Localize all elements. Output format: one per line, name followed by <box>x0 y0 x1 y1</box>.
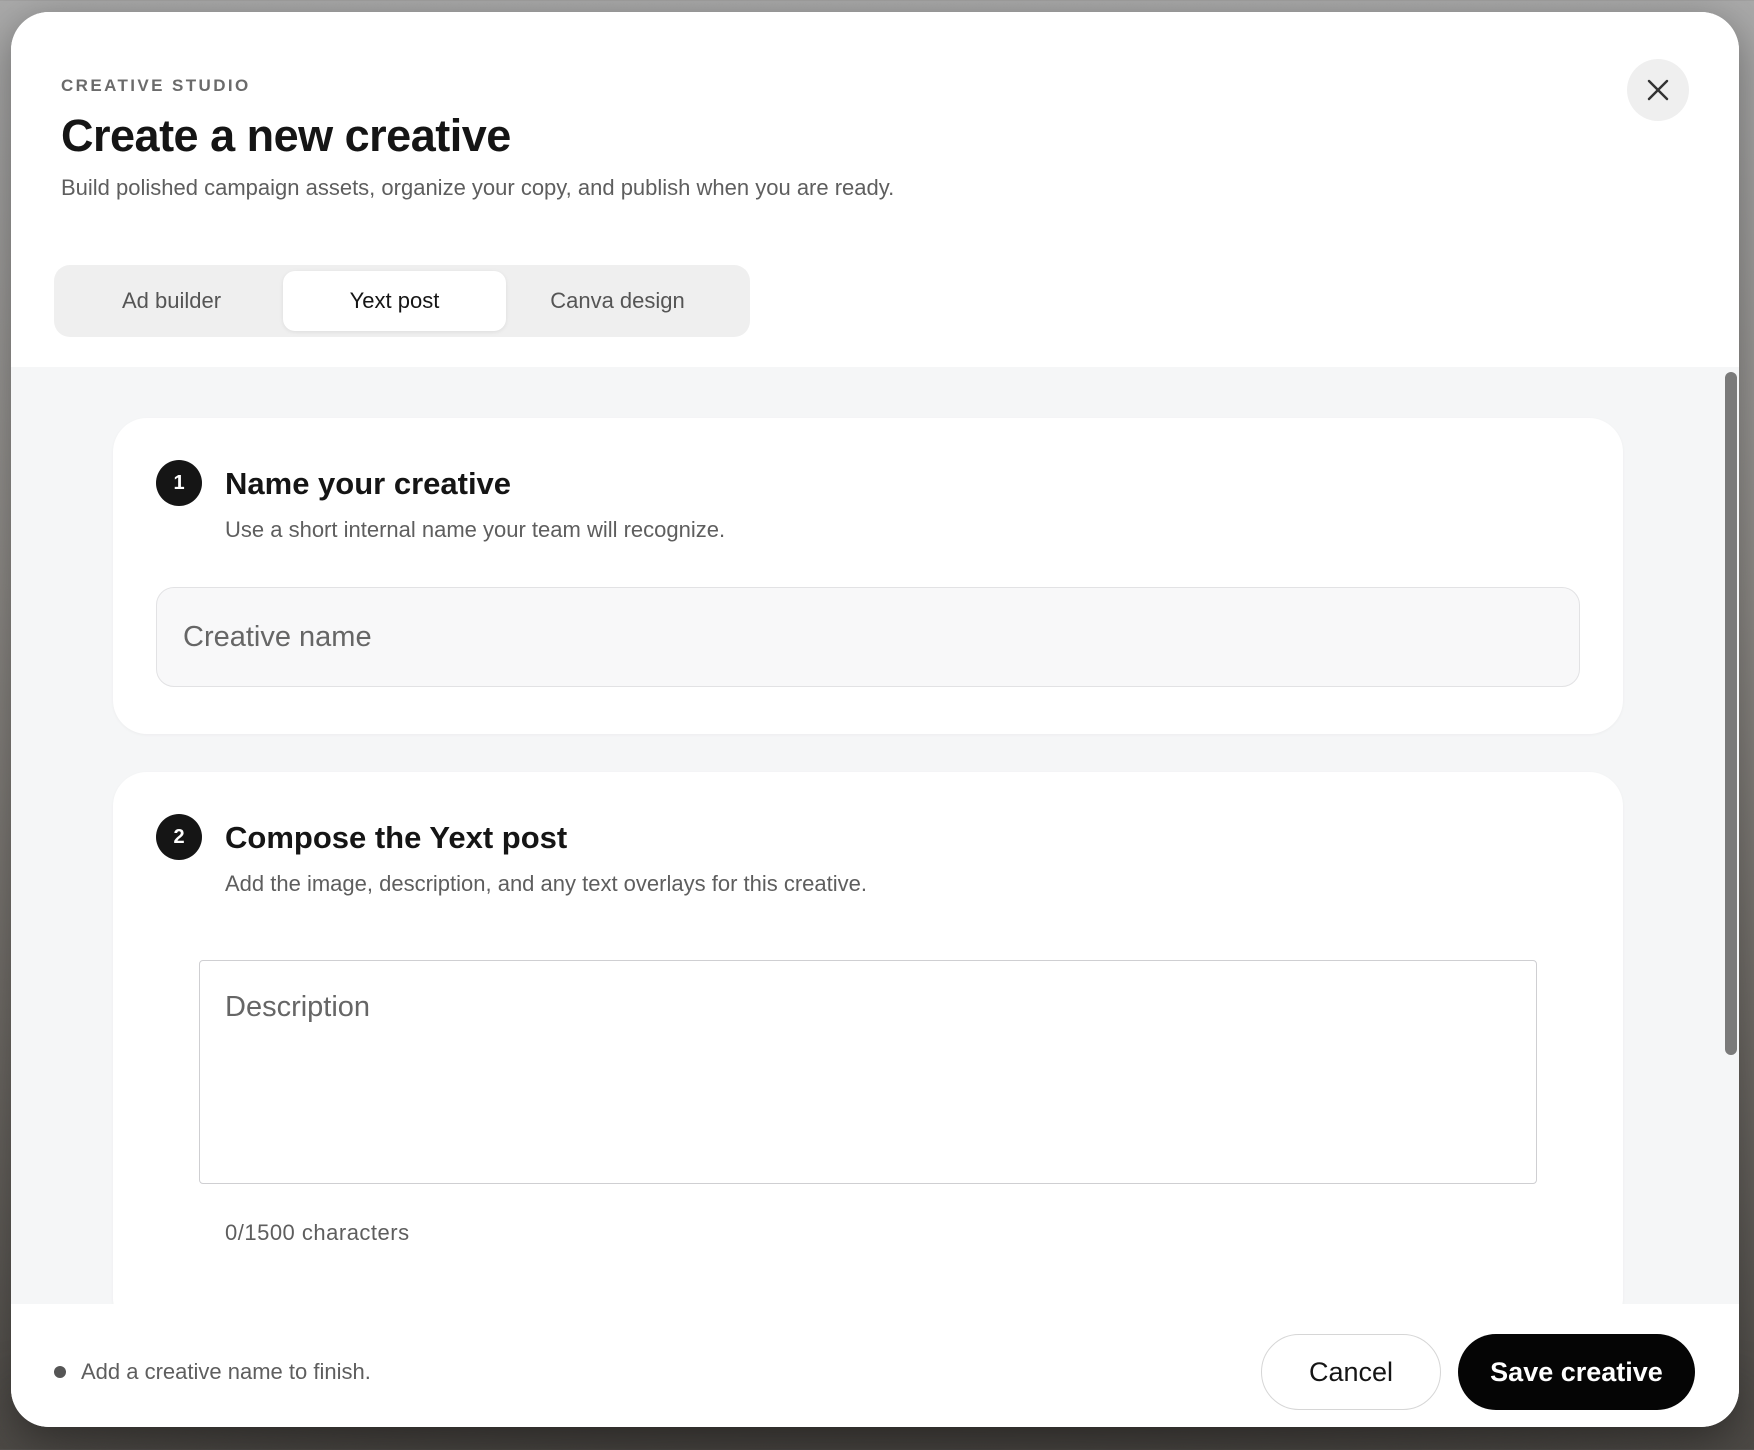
save-creative-button[interactable]: Save creative <box>1458 1334 1695 1410</box>
page-subtitle: Build polished campaign assets, organize… <box>61 175 895 200</box>
status-message: Add a creative name to finish. <box>81 1359 371 1384</box>
step-number-badge: 2 <box>156 814 202 860</box>
scrollbar-thumb[interactable] <box>1725 372 1737 1055</box>
close-button[interactable] <box>1627 59 1689 121</box>
form-scroll-area[interactable]: 1 Name your creative Use a short interna… <box>11 367 1739 1304</box>
modal-header: CREATIVE STUDIO Create a new creative Bu… <box>11 12 1739 367</box>
status-dot-icon <box>54 1366 66 1378</box>
step-description: Add the image, description, and any text… <box>225 871 867 896</box>
description-textarea[interactable] <box>199 960 1537 1184</box>
step-description: Use a short internal name your team will… <box>225 517 726 542</box>
cancel-button[interactable]: Cancel <box>1261 1334 1441 1410</box>
creative-type-tabs: Ad builder Yext post Canva design <box>54 265 750 337</box>
step-title: Compose the Yext post <box>225 820 568 855</box>
character-counter: 0/1500 characters <box>225 1220 410 1245</box>
step-number-badge: 1 <box>156 460 202 506</box>
eyebrow-label: CREATIVE STUDIO <box>61 76 251 95</box>
step-name-card: 1 Name your creative Use a short interna… <box>113 418 1623 734</box>
step-compose-card: 2 Compose the Yext post Add the image, d… <box>113 772 1623 1304</box>
create-creative-modal: CREATIVE STUDIO Create a new creative Bu… <box>11 12 1739 1427</box>
tab-canva-design[interactable]: Canva design <box>506 271 729 331</box>
step-title: Name your creative <box>225 466 512 501</box>
creative-name-input[interactable] <box>156 587 1580 687</box>
close-icon <box>1647 79 1669 101</box>
tab-yext-post[interactable]: Yext post <box>283 271 506 331</box>
modal-footer: Add a creative name to finish. Cancel Sa… <box>11 1304 1739 1427</box>
page-title: Create a new creative <box>61 110 511 161</box>
tab-ad-builder[interactable]: Ad builder <box>60 271 283 331</box>
